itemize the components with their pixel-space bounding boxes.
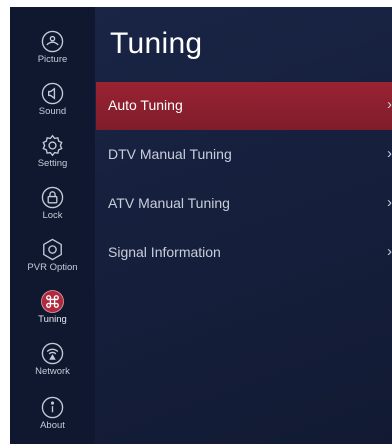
menu-item-dtv-manual-tuning[interactable]: DTV Manual Tuning › bbox=[96, 131, 392, 179]
sidebar-item-label: Sound bbox=[38, 106, 67, 117]
tv-menu-screen: Picture Sound Setting Lock PVR Option Tu… bbox=[10, 7, 392, 444]
sidebar-item-about[interactable]: About bbox=[10, 388, 95, 440]
sidebar-item-lock[interactable]: Lock bbox=[10, 178, 95, 230]
sidebar-item-label: Network bbox=[35, 366, 70, 377]
menu-item-atv-manual-tuning[interactable]: ATV Manual Tuning › bbox=[96, 180, 392, 228]
sidebar-item-tuning[interactable]: Tuning bbox=[10, 282, 95, 334]
menu-item-label: Auto Tuning bbox=[108, 97, 183, 113]
sound-icon bbox=[41, 82, 64, 105]
chevron-right-icon: › bbox=[387, 96, 392, 113]
sidebar-item-sound[interactable]: Sound bbox=[10, 74, 95, 126]
setting-icon bbox=[41, 134, 64, 157]
sidebar-item-label: About bbox=[40, 420, 65, 431]
menu-item-auto-tuning[interactable]: Auto Tuning › bbox=[96, 82, 392, 130]
chevron-right-icon: › bbox=[387, 145, 392, 162]
sidebar-item-setting[interactable]: Setting bbox=[10, 126, 95, 178]
sidebar-item-label: Setting bbox=[37, 158, 68, 169]
menu-item-label: ATV Manual Tuning bbox=[108, 195, 230, 211]
sidebar-item-network[interactable]: Network bbox=[10, 334, 95, 386]
sidebar: Picture Sound Setting Lock PVR Option Tu… bbox=[10, 7, 95, 444]
chevron-right-icon: › bbox=[387, 243, 392, 260]
chevron-right-icon: › bbox=[387, 194, 392, 211]
menu-item-signal-information[interactable]: Signal Information › bbox=[96, 229, 392, 277]
picture-icon bbox=[41, 30, 64, 53]
lock-icon bbox=[41, 186, 64, 209]
network-icon bbox=[41, 342, 64, 365]
menu-item-label: Signal Information bbox=[108, 244, 221, 260]
sidebar-item-label: PVR Option bbox=[27, 262, 78, 273]
menu-item-label: DTV Manual Tuning bbox=[108, 146, 232, 162]
pvr-option-icon bbox=[41, 238, 64, 261]
about-icon bbox=[41, 396, 64, 419]
sidebar-item-picture[interactable]: Picture bbox=[10, 22, 95, 74]
sidebar-item-label: Tuning bbox=[38, 314, 67, 325]
tuning-icon bbox=[41, 290, 64, 313]
sidebar-item-label: Lock bbox=[42, 210, 63, 221]
sidebar-item-pvr-option[interactable]: PVR Option bbox=[10, 230, 95, 282]
sidebar-item-label: Picture bbox=[37, 54, 68, 65]
page-title: Tuning bbox=[110, 27, 203, 60]
